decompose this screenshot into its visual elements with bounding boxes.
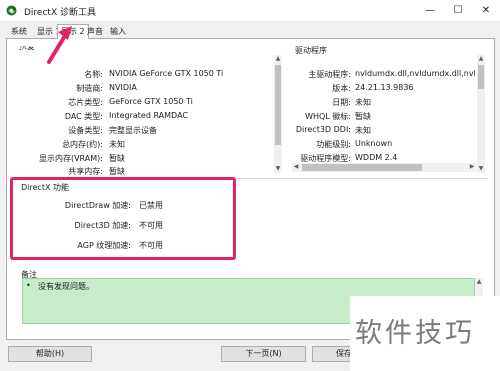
- device-label: DAC 类型:: [64, 112, 103, 121]
- tab-sound[interactable]: 声音: [84, 26, 106, 38]
- scroll-down-icon[interactable]: ▼: [477, 165, 485, 173]
- device-label: 芯片类型:: [68, 98, 103, 107]
- driver-value: Unknown: [355, 139, 393, 148]
- device-value: 暂缺: [109, 154, 125, 163]
- scrollbar-thumb[interactable]: [478, 65, 484, 89]
- minimize-button[interactable]: —: [416, 0, 444, 21]
- bullet-icon: •: [26, 281, 31, 290]
- device-label: 总内存(约):: [62, 140, 103, 149]
- scroll-up-icon[interactable]: ▲: [274, 55, 282, 63]
- device-label: 名称:: [84, 70, 103, 79]
- driver-label: Direct3D DDI:: [295, 125, 351, 134]
- device-value: GeForce GTX 1050 Ti: [109, 97, 193, 106]
- scroll-up-icon[interactable]: ▲: [475, 278, 483, 286]
- device-value: 暂缺: [109, 167, 125, 176]
- driver-label: WHQL 徽标:: [305, 112, 351, 121]
- scroll-left-icon[interactable]: ◀: [292, 163, 300, 172]
- driver-value: 暂缺: [355, 112, 371, 121]
- driver-value: WDDM 2.4: [355, 153, 398, 162]
- device-value: Integrated RAMDAC: [109, 111, 188, 120]
- scroll-down-icon[interactable]: ▼: [274, 165, 282, 173]
- title-bar: DirectX 诊断工具 — ☐ ✕: [0, 0, 500, 22]
- driver-label: 版本:: [332, 84, 351, 93]
- highlight-annotation: [10, 177, 236, 260]
- watermark-text: 软件技巧: [355, 318, 475, 349]
- device-value: NVIDIA GeForce GTX 1050 Ti: [109, 69, 224, 78]
- driver-scrollbar[interactable]: ▲ ▼: [477, 55, 485, 173]
- device-label: 显示内存(VRAM):: [38, 154, 103, 163]
- device-value: 完整显示设备: [109, 126, 157, 135]
- close-button[interactable]: ✕: [472, 0, 500, 21]
- scroll-up-icon[interactable]: ▲: [477, 55, 485, 63]
- notes-item: 没有发现问题。: [38, 282, 94, 291]
- driver-value: 24.21.13.9836: [355, 83, 414, 92]
- driver-label: 功能级别:: [316, 140, 351, 149]
- tab-input[interactable]: 输入: [107, 26, 129, 38]
- driver-hscrollbar[interactable]: ◀ ▶: [292, 163, 476, 172]
- device-value: NVIDIA: [109, 83, 137, 92]
- tab-system[interactable]: 系统: [8, 26, 30, 38]
- next-page-button[interactable]: 下一页(N): [221, 346, 306, 362]
- driver-value: 未知: [355, 126, 371, 135]
- driver-value: 未知: [355, 98, 371, 107]
- help-button[interactable]: 帮助(H): [8, 346, 92, 362]
- driver-group-title: 驱动程序: [295, 46, 327, 55]
- device-value: 未知: [109, 140, 125, 149]
- device-label: 设备类型:: [68, 126, 103, 135]
- maximize-button[interactable]: ☐: [444, 0, 472, 21]
- red-arrow-icon: [47, 26, 72, 64]
- scrollbar-thumb[interactable]: [302, 164, 422, 171]
- device-label: 共享内存:: [68, 167, 103, 176]
- scroll-right-icon[interactable]: ▶: [468, 163, 476, 172]
- window-title: DirectX 诊断工具: [24, 8, 96, 18]
- driver-label: 日期:: [332, 98, 351, 107]
- device-label: 制造商:: [76, 84, 103, 93]
- driver-value: nvldumdx.dll,nvldumdx.dll,nvldumdx.d: [355, 69, 475, 78]
- driver-label: 主驱动程序:: [308, 70, 351, 79]
- directx-app-icon: [6, 5, 17, 16]
